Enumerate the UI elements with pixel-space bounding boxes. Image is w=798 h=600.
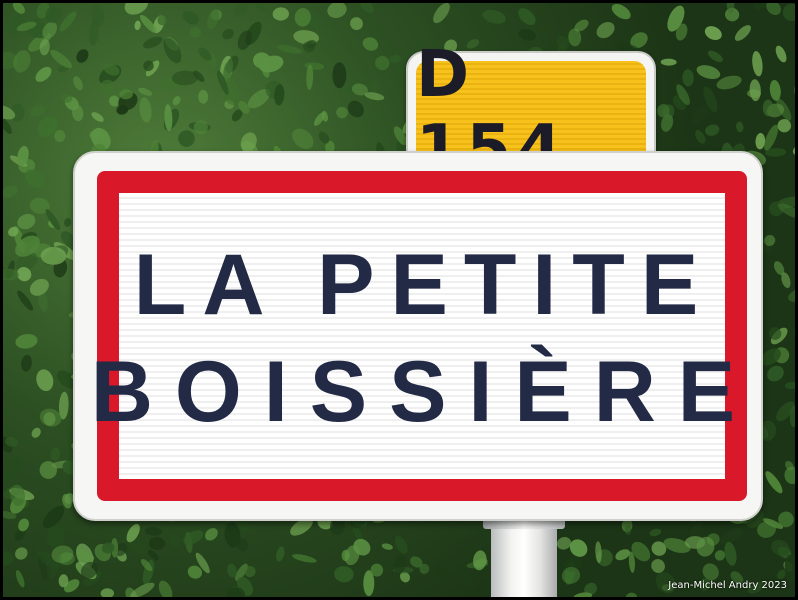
town-name-line-2: BOISSIÈRE [90, 344, 758, 440]
route-number-plate: D 154 [416, 38, 646, 186]
photographer-watermark: Jean-Michel Andry 2023 [668, 580, 787, 591]
photo-frame: D 154 LA PETITE BOISSIÈRE Jean-Michel An… [0, 0, 798, 600]
town-name-line-1: LA PETITE [133, 236, 715, 333]
town-name: LA PETITE BOISSIÈRE [91, 207, 735, 471]
town-entry-sign: LA PETITE BOISSIÈRE [73, 151, 763, 521]
